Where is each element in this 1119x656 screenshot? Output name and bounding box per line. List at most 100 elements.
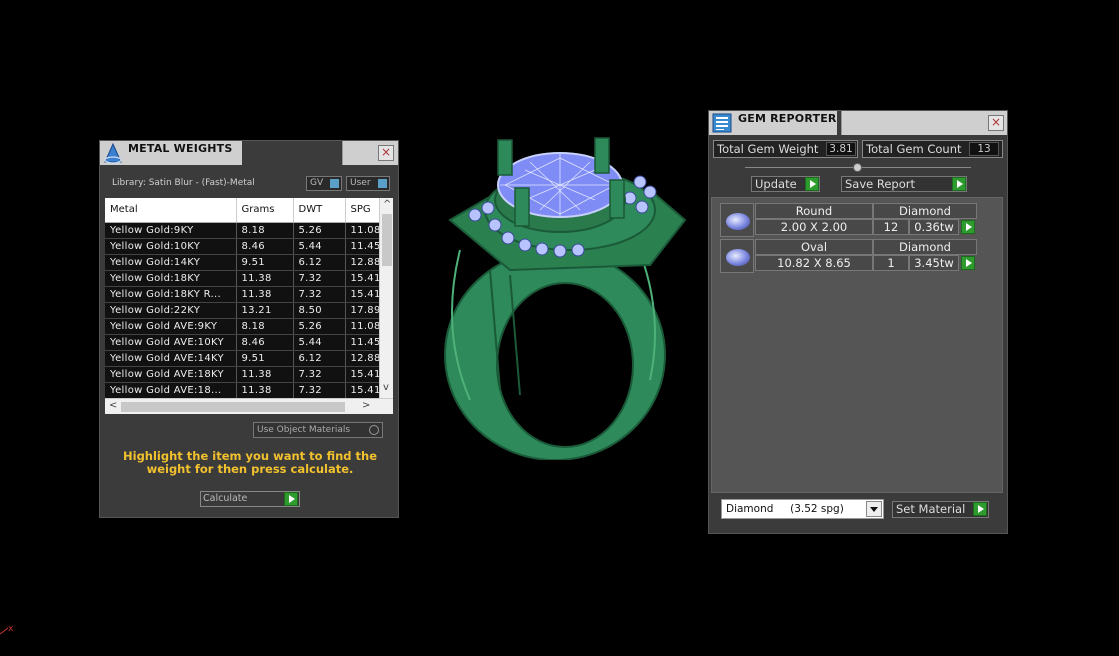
play-arrow-icon <box>961 220 975 234</box>
column-header-metal[interactable]: Metal <box>105 198 237 223</box>
cell-spg: 15.41 <box>345 270 382 287</box>
total-gem-count-value: 13 <box>969 142 999 156</box>
cell-dwt: 6.12 <box>293 254 346 271</box>
cell-metal: Yellow Gold:18KY R... <box>105 286 237 303</box>
round-gem-icon <box>720 203 754 237</box>
cell-grams: 8.46 <box>236 238 294 255</box>
vertical-scrollbar[interactable]: ^ v <box>379 198 393 398</box>
cell-dwt: 5.44 <box>293 334 346 351</box>
scroll-left-icon[interactable]: < <box>109 400 117 411</box>
scroll-right-icon[interactable]: > <box>362 400 370 411</box>
rhino-logo-icon <box>104 142 122 164</box>
cell-grams: 11.38 <box>236 382 294 399</box>
gem-list: Round Diamond 2.00 X 2.00 12 0.36tw Oval… <box>711 197 1003 493</box>
play-arrow-icon <box>284 492 298 506</box>
column-header-dwt[interactable]: DWT <box>293 198 346 223</box>
metal-weights-table[interactable]: Metal Grams DWT SPG Yellow Gold:9KY 8.18 5… <box>105 198 393 414</box>
table-row[interactable]: Yellow Gold:22KY 13.21 8.50 17.89 <box>105 302 382 319</box>
divider-slider[interactable] <box>745 163 971 172</box>
cell-metal: Yellow Gold:22KY <box>105 302 237 319</box>
play-arrow-icon <box>973 502 987 516</box>
play-arrow-icon <box>952 177 966 191</box>
table-row[interactable]: Yellow Gold AVE:9KY 8.18 5.26 11.08 <box>105 318 382 335</box>
horizontal-scrollbar[interactable]: < > <box>105 398 393 414</box>
play-arrow-icon <box>805 177 819 191</box>
table-row[interactable]: Yellow Gold AVE:10KY 8.46 5.44 11.45 <box>105 334 382 351</box>
cell-grams: 8.46 <box>236 334 294 351</box>
table-row[interactable]: Yellow Gold:9KY 8.18 5.26 11.08 <box>105 222 382 239</box>
cell-metal: Yellow Gold:9KY <box>105 222 237 239</box>
scrollbar-thumb[interactable] <box>121 402 345 412</box>
cell-metal: Yellow Gold AVE:10KY <box>105 334 237 351</box>
table-row[interactable]: Yellow Gold:18KY 11.38 7.32 15.41 <box>105 270 382 287</box>
calculate-button[interactable]: Calculate <box>200 491 300 507</box>
cell-grams: 13.21 <box>236 302 294 319</box>
cell-spg: 11.08 <box>345 318 382 335</box>
metal-weights-title: METAL WEIGHTS <box>128 142 233 155</box>
gem-select-button[interactable] <box>961 220 977 236</box>
user-toggle[interactable]: User <box>346 176 390 191</box>
cell-dwt: 6.12 <box>293 350 346 367</box>
cell-metal: Yellow Gold AVE:9KY <box>105 318 237 335</box>
cell-metal: Yellow Gold AVE:18KY <box>105 366 237 383</box>
total-gem-weight: Total Gem Weight 3.81 <box>713 140 858 158</box>
cell-metal: Yellow Gold:14KY <box>105 254 237 271</box>
scroll-up-icon[interactable]: ^ <box>383 199 391 210</box>
svg-text:x: x <box>8 624 14 634</box>
close-icon[interactable]: × <box>378 145 394 161</box>
cell-grams: 11.38 <box>236 366 294 383</box>
cell-metal: Yellow Gold:18KY <box>105 270 237 287</box>
cell-spg: 11.45 <box>345 334 382 351</box>
cell-grams: 11.38 <box>236 286 294 303</box>
close-icon[interactable]: × <box>988 115 1004 131</box>
cell-dwt: 7.32 <box>293 382 346 399</box>
update-button[interactable]: Update <box>751 176 820 192</box>
gv-toggle[interactable]: GV <box>306 176 342 191</box>
gem-select-button[interactable] <box>961 256 977 272</box>
cell-grams: 9.51 <box>236 350 294 367</box>
total-gem-count: Total Gem Count 13 <box>862 140 1003 158</box>
cell-grams: 11.38 <box>236 270 294 287</box>
metal-weights-titlebar[interactable]: METAL WEIGHTS × <box>100 141 398 165</box>
total-gem-weight-value: 3.81 <box>826 142 856 156</box>
table-row[interactable]: Yellow Gold:14KY 9.51 6.12 12.88 <box>105 254 382 271</box>
cell-dwt: 5.44 <box>293 238 346 255</box>
instruction-text: Highlight the item you want to find the … <box>123 449 377 476</box>
table-row[interactable]: Yellow Gold:10KY 8.46 5.44 11.45 <box>105 238 382 255</box>
cell-dwt: 7.32 <box>293 366 346 383</box>
cell-metal: Yellow Gold AVE:14KY <box>105 350 237 367</box>
chevron-down-icon[interactable] <box>866 501 882 517</box>
set-material-button[interactable]: Set Material <box>892 501 989 518</box>
gem-reporter-title: GEM REPORTER <box>738 112 837 125</box>
gem-reporter-titlebar[interactable]: GEM REPORTER × <box>709 111 1007 135</box>
table-row[interactable]: Yellow Gold:18KY R... 11.38 7.32 15.41 <box>105 286 382 303</box>
scrollbar-thumb[interactable] <box>382 214 392 266</box>
cell-spg: 15.41 <box>345 286 382 303</box>
oval-gem-icon <box>720 239 754 273</box>
cell-spg: 12.88 <box>345 254 382 271</box>
column-header-spg[interactable]: SPG <box>345 198 382 223</box>
cell-dwt: 7.32 <box>293 286 346 303</box>
ring-3d-viewport[interactable] <box>430 130 690 460</box>
cell-spg: 12.88 <box>345 350 382 367</box>
table-row[interactable]: Yellow Gold AVE:18KY 11.38 7.32 15.41 <box>105 366 382 383</box>
cell-spg: 17.89 <box>345 302 382 319</box>
cell-spg: 11.45 <box>345 238 382 255</box>
gem-reporter-panel: GEM REPORTER × Total Gem Weight 3.81 Tot… <box>708 110 1008 534</box>
cell-grams: 8.18 <box>236 222 294 239</box>
cell-dwt: 5.26 <box>293 318 346 335</box>
save-report-button[interactable]: Save Report <box>841 176 967 192</box>
table-row[interactable]: Yellow Gold AVE:18... 11.38 7.32 15.41 <box>105 382 382 399</box>
cell-dwt: 7.32 <box>293 270 346 287</box>
material-select[interactable]: Diamond (3.52 spg) <box>721 499 884 519</box>
cell-spg: 15.41 <box>345 366 382 383</box>
cell-dwt: 8.50 <box>293 302 346 319</box>
cell-spg: 11.08 <box>345 222 382 239</box>
table-row[interactable]: Yellow Gold AVE:14KY 9.51 6.12 12.88 <box>105 350 382 367</box>
column-header-grams[interactable]: Grams <box>236 198 294 223</box>
scroll-down-icon[interactable]: v <box>383 382 389 393</box>
use-object-materials-checkbox[interactable]: Use Object Materials <box>253 422 383 438</box>
library-label: Library: Satin Blur - (Fast)-Metal <box>112 178 255 188</box>
cell-dwt: 5.26 <box>293 222 346 239</box>
cell-metal: Yellow Gold AVE:18... <box>105 382 237 399</box>
